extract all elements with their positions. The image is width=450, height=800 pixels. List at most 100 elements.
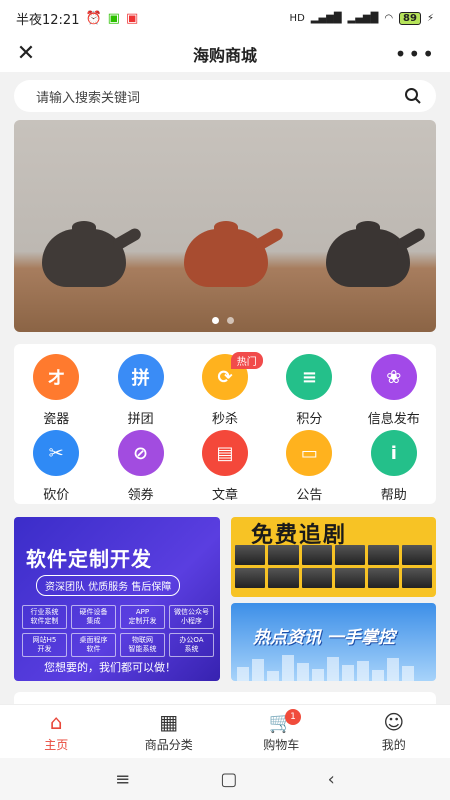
tab-label: 我的 xyxy=(381,738,406,752)
tab-category[interactable]: ▦ 商品分类 xyxy=(113,705,226,758)
feature-grid: オ瓷器拼拼团 ⟳ 热门 秒杀 ≡ 积分 ❀ 信息发布 ✂ 砍价 ⊘ 领券 ▤ 文章 ▭ 公告 i 帮助 xyxy=(14,344,436,504)
status-bar: 半夜12:21 ⏰ ▣ ▣ HD ▂▄▆█ ▂▄▆█ ◠ 89 ⚡ xyxy=(0,0,450,36)
grid-item-label: 瓷器 xyxy=(43,412,70,427)
tab-label: 主页 xyxy=(44,738,69,752)
notice-icon: ▭ xyxy=(286,430,333,476)
banner-carousel[interactable] xyxy=(14,120,436,332)
poster-image xyxy=(301,545,332,565)
poster-image xyxy=(235,568,266,588)
poster-image xyxy=(401,545,432,565)
teapot-image xyxy=(42,221,126,287)
app-header: ✕ 海购商城 ••• xyxy=(0,36,450,72)
poster-image xyxy=(335,545,366,565)
system-nav-bar: ≡ ▢ ‹ xyxy=(0,758,450,800)
points-icon: ≡ xyxy=(286,354,333,400)
teapot-image xyxy=(326,221,410,287)
bottom-tabbar: ⌂ 主页 ▦ 商品分类 🛒 1 购物车 ☺ 我的 xyxy=(0,704,450,758)
carousel-dot[interactable] xyxy=(212,317,219,324)
grid-item[interactable]: ❀ 信息发布 xyxy=(352,354,436,430)
article-icon: ▤ xyxy=(201,430,248,476)
promo-software-banner[interactable]: 软件定制开发 资深团队 优质服务 售后保障 行业系统 软件定制 硬件设备 集成 AP… xyxy=(14,517,220,681)
grid-item-label: 秒杀 xyxy=(211,412,238,427)
search-bar[interactable]: 请输入搜索关键词 xyxy=(14,80,436,112)
search-input[interactable]: 请输入搜索关键词 xyxy=(36,87,140,106)
network-label: HD xyxy=(289,12,305,24)
menu-icon[interactable]: ≡ xyxy=(115,769,130,790)
promo-drama-banner[interactable]: 免费追剧 xyxy=(231,517,436,597)
grid-item[interactable]: ⊘ 领券 xyxy=(98,430,182,506)
poster-image xyxy=(401,568,432,588)
poster-image xyxy=(235,545,266,565)
grid-item-label: 文章 xyxy=(211,488,238,503)
app-notification-icon: ▣ xyxy=(125,10,139,26)
porcelain-icon: オ xyxy=(33,354,80,400)
promo-tag: 微信公众号 小程序 xyxy=(169,605,214,629)
poster-image xyxy=(268,568,299,588)
group-buy-icon: 拼 xyxy=(117,354,164,400)
poster-image xyxy=(335,568,366,588)
skyline-image xyxy=(231,651,436,681)
signal-icon: ▂▄▆█ xyxy=(310,12,342,24)
grid-item[interactable]: オ瓷器 xyxy=(14,354,98,430)
tab-home[interactable]: ⌂ 主页 xyxy=(0,705,113,758)
page-title: 海购商城 xyxy=(192,46,257,65)
grid-item-label: 公告 xyxy=(296,488,323,503)
grid-item[interactable]: ✂ 砍价 xyxy=(14,430,98,506)
promo-subtitle: 资深团队 优质服务 售后保障 xyxy=(36,575,181,596)
tab-cart[interactable]: 🛒 1 购物车 xyxy=(225,705,338,758)
teapot-image xyxy=(184,221,268,287)
promo-tag: APP 定制开发 xyxy=(120,605,165,629)
home-icon: ⌂ xyxy=(49,710,63,734)
grid-item[interactable]: ≡ 积分 xyxy=(267,354,351,430)
help-icon: i xyxy=(370,430,417,476)
poster-image xyxy=(268,545,299,565)
promo-news-title: 热点资讯 一手掌控 xyxy=(253,628,395,648)
alarm-icon: ⏰ xyxy=(85,10,102,26)
cart-count-badge: 1 xyxy=(285,709,301,725)
back-icon[interactable]: ‹ xyxy=(328,769,335,790)
grid-item[interactable]: ⟳ 热门 秒杀 xyxy=(183,352,267,430)
promo-tag: 行业系统 软件定制 xyxy=(22,605,67,629)
charging-icon: ⚡ xyxy=(426,12,434,24)
grid-item[interactable]: ▭ 公告 xyxy=(267,430,351,506)
promo-footer: 您想要的，我们都可以做！ xyxy=(44,661,176,674)
status-time: 半夜12:21 xyxy=(16,12,80,28)
poster-image xyxy=(368,568,399,588)
battery-icon: 89 xyxy=(399,11,421,25)
grid-item[interactable]: 拼拼团 xyxy=(98,354,182,430)
carousel-dots xyxy=(212,317,234,324)
publish-icon: ❀ xyxy=(370,354,417,400)
grid-item-label: 领券 xyxy=(127,488,154,503)
promo-tag: 硬件设备 集成 xyxy=(71,605,116,629)
promo-news-banner[interactable]: 热点资讯 一手掌控 xyxy=(231,603,436,681)
promo-tag: 桌面程序 软件 xyxy=(71,633,116,657)
promo-tag: 办公OA 系统 xyxy=(169,633,214,657)
tab-profile[interactable]: ☺ 我的 xyxy=(338,705,450,758)
wechat-icon: ▣ xyxy=(107,10,120,26)
poster-image xyxy=(301,568,332,588)
carousel-dot[interactable] xyxy=(227,317,234,324)
grid-item-label: 信息发布 xyxy=(367,412,420,427)
home-square-icon[interactable]: ▢ xyxy=(220,769,237,790)
search-icon[interactable] xyxy=(404,87,422,105)
wifi-icon: ◠ xyxy=(384,12,394,24)
promo-tag: 物联网 智能系统 xyxy=(120,633,165,657)
category-icon: ▦ xyxy=(159,710,179,734)
grid-item-label: 帮助 xyxy=(380,488,407,503)
close-icon[interactable]: ✕ xyxy=(12,40,40,68)
tab-label: 购物车 xyxy=(263,738,300,752)
poster-grid xyxy=(235,545,432,588)
grid-item[interactable]: i 帮助 xyxy=(352,430,436,506)
promo-tag: 网站H5 开发 xyxy=(22,633,67,657)
tab-label: 商品分类 xyxy=(144,738,193,752)
bargain-icon: ✂ xyxy=(33,430,80,476)
grid-item[interactable]: ▤ 文章 xyxy=(183,430,267,506)
more-icon[interactable]: ••• xyxy=(395,40,436,68)
signal-2-icon: ▂▄▆█ xyxy=(347,12,379,24)
hot-badge: 热门 xyxy=(230,352,263,369)
grid-item-label: 砍价 xyxy=(43,488,70,503)
promo-title: 软件定制开发 xyxy=(26,547,152,571)
grid-item-label: 拼团 xyxy=(127,412,154,427)
coupon-icon: ⊘ xyxy=(117,430,164,476)
grid-item-label: 积分 xyxy=(296,412,323,427)
